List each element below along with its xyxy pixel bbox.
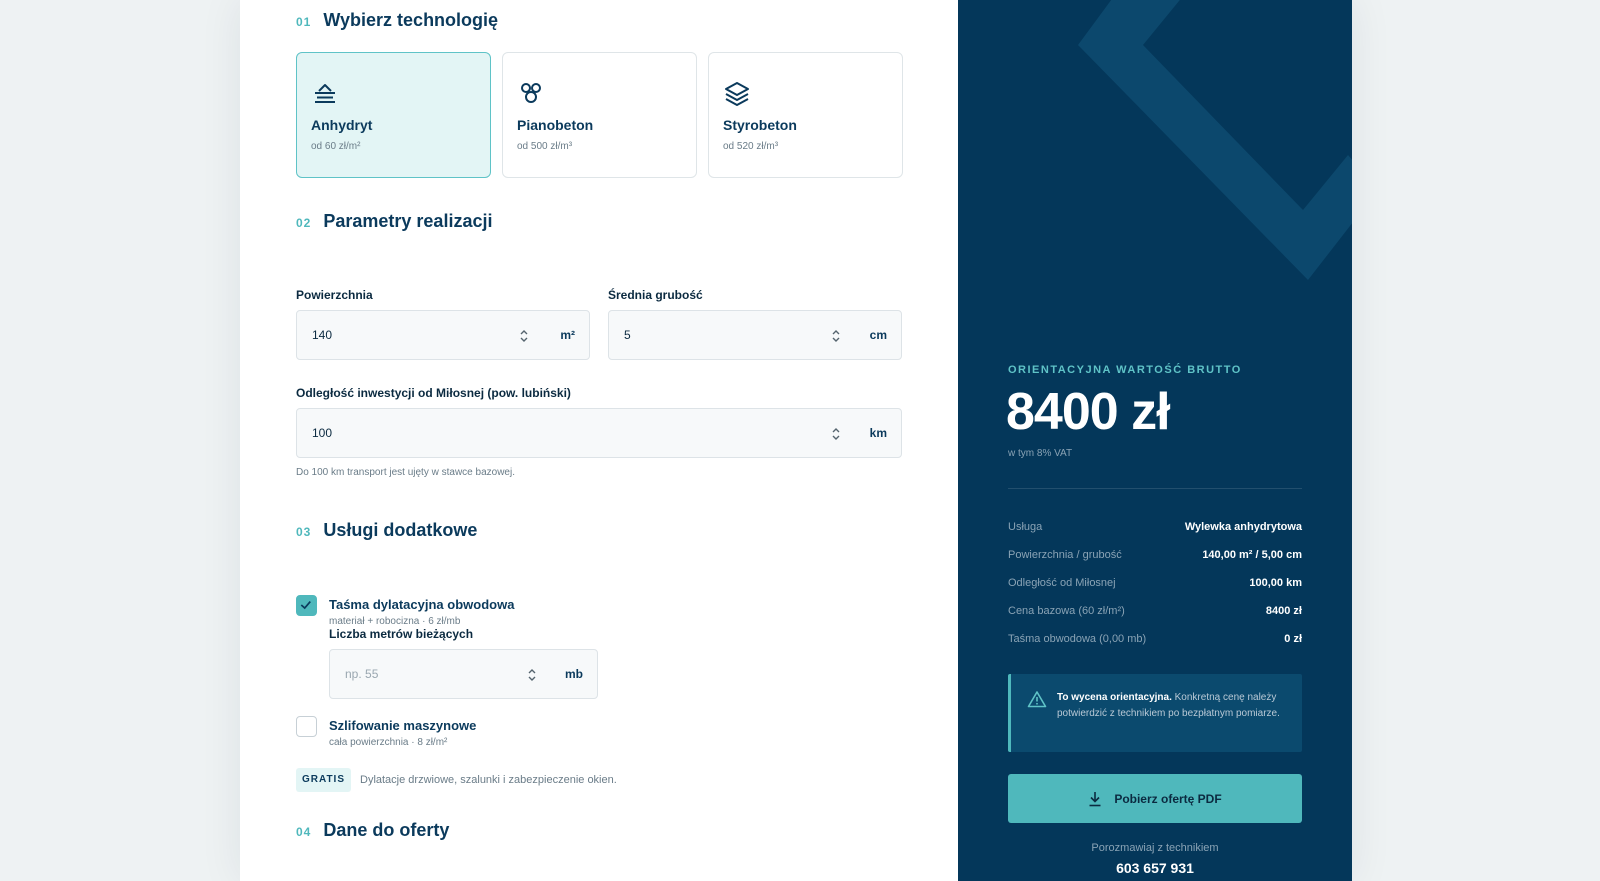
tape-meters-placeholder: np. 55 [345, 667, 379, 681]
thickness-label: Średnia grubość [608, 288, 703, 302]
download-icon [1089, 791, 1101, 806]
technician-phone[interactable]: 603 657 931 [1008, 860, 1302, 876]
summary-row-key: Usługa [1008, 521, 1043, 533]
section-title: Parametry realizacji [323, 211, 493, 231]
estimate-note-bold: To wycena orientacyjna. [1057, 692, 1172, 703]
summary-total: 8400 zł [1006, 383, 1171, 441]
check-icon [300, 601, 311, 610]
spinner-icon[interactable] [831, 425, 841, 443]
summary-row-value: 140,00 m² / 5,00 cm [1202, 549, 1302, 561]
tech-card-name: Pianobeton [517, 117, 594, 133]
distance-value: 100 [312, 426, 333, 440]
tech-card-pianobeton[interactable]: Pianobeton od 500 zł/m³ [502, 52, 697, 178]
area-input[interactable]: 140 m² [296, 310, 590, 360]
summary-divider [1008, 488, 1302, 489]
grinding-checkbox[interactable] [296, 716, 317, 737]
summary-row-value: 8400 zł [1265, 605, 1302, 617]
section-number: 02 [296, 216, 312, 230]
spinner-icon[interactable] [519, 327, 529, 345]
gratis-badge: GRATIS [296, 768, 351, 792]
form-column: 01 Wybierz technologię Anhydryt od 60 zł… [240, 0, 958, 881]
tech-card-anhydryt[interactable]: Anhydryt od 60 zł/m² [296, 52, 491, 178]
section-title: Dane do oferty [323, 820, 450, 840]
talk-to-technician: Porozmawiaj z technikiem [1091, 842, 1219, 854]
tape-meters-label: Liczba metrów bieżących [329, 627, 474, 641]
floor-pour-icon [315, 84, 335, 103]
distance-label: Odległość inwestycji od Miłosnej (pow. l… [296, 386, 571, 400]
tape-title: Taśma dylatacyjna obwodowa [329, 597, 515, 612]
section-title: Usługi dodatkowe [323, 520, 478, 540]
summary-row-value: 100,00 km [1249, 577, 1302, 589]
summary-vat: w tym 8% VAT [1008, 448, 1073, 459]
summary-row-value: 0 zł [1284, 633, 1302, 645]
tape-checkbox[interactable] [296, 595, 317, 616]
summary-panel: ORIENTACYJNA WARTOŚĆ BRUTTO 8400 zł w ty… [958, 0, 1352, 881]
area-value: 140 [312, 328, 333, 342]
tape-meters-input[interactable]: np. 55 mb [329, 649, 598, 699]
section-number: 03 [296, 525, 312, 539]
calculator-shell: 01 Wybierz technologię Anhydryt od 60 zł… [240, 0, 1352, 881]
distance-unit: km [869, 426, 887, 440]
area-unit: m² [560, 328, 575, 342]
section-title: Wybierz technologię [323, 10, 499, 30]
tech-card-name: Anhydryt [311, 117, 373, 133]
bubbles-icon [521, 83, 541, 103]
tech-card-name: Styrobeton [723, 117, 797, 133]
layers-icon [725, 82, 749, 106]
summary-row-key: Odległość od Miłosnej [1008, 577, 1116, 589]
section-params-heading: 02 Parametry realizacji [296, 211, 492, 232]
tape-meters-unit: mb [565, 667, 583, 681]
section-number: 04 [296, 825, 312, 839]
thickness-unit: cm [869, 328, 887, 342]
distance-input[interactable]: 100 km [296, 408, 902, 458]
warning-icon [1027, 691, 1047, 708]
summary-row-key: Cena bazowa (60 zł/m²) [1008, 605, 1125, 617]
section-technology-heading: 01 Wybierz technologię [296, 10, 498, 31]
distance-hint: Do 100 km transport jest ujęty w stawce … [296, 467, 515, 478]
area-label: Powierzchnia [296, 288, 373, 302]
tech-card-price: od 520 zł/m³ [723, 141, 779, 152]
chevron-decoration-icon [1078, 0, 1352, 280]
estimate-note-text: To wycena orientacyjna. Konkretną cenę n… [1057, 690, 1293, 722]
estimate-note: To wycena orientacyjna. Konkretną cenę n… [1008, 674, 1302, 752]
tech-card-price: od 500 zł/m³ [517, 141, 573, 152]
grinding-subtitle: cała powierzchnia · 8 zł/m² [329, 737, 448, 748]
section-extras-heading: 03 Usługi dodatkowe [296, 520, 477, 541]
thickness-input[interactable]: 5 cm [608, 310, 902, 360]
summary-row-key: Powierzchnia / grubość [1008, 549, 1122, 561]
spinner-icon[interactable] [527, 666, 537, 684]
download-pdf-label: Pobierz ofertę PDF [1114, 791, 1222, 806]
section-number: 01 [296, 15, 312, 29]
summary-row-key: Taśma obwodowa (0,00 mb) [1008, 633, 1147, 645]
thickness-value: 5 [624, 328, 631, 342]
download-pdf-button[interactable]: Pobierz ofertę PDF [1008, 774, 1302, 823]
spinner-icon[interactable] [831, 327, 841, 345]
tech-card-styrobeton[interactable]: Styrobeton od 520 zł/m³ [708, 52, 903, 178]
tape-subtitle: materiał + robocizna · 6 zł/mb [329, 616, 461, 627]
grinding-title: Szlifowanie maszynowe [329, 718, 477, 733]
summary-caption: ORIENTACYJNA WARTOŚĆ BRUTTO [1008, 364, 1242, 376]
summary-row-value: Wylewka anhydrytowa [1184, 521, 1302, 533]
gratis-text: Dylatacje drzwiowe, szalunki i zabezpiec… [360, 774, 617, 786]
tech-card-price: od 60 zł/m² [311, 141, 361, 152]
section-offer-heading: 04 Dane do oferty [296, 820, 449, 841]
